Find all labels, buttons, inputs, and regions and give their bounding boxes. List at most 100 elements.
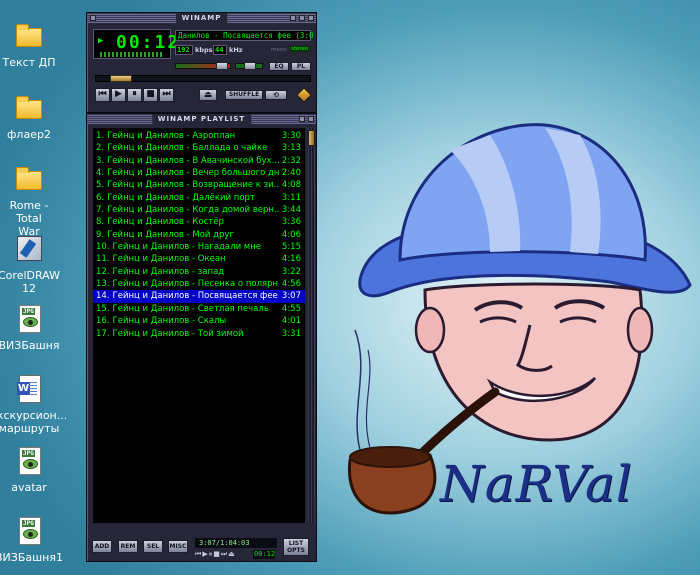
playlist-track-row[interactable]: 2. Гейнц и Данилов - Баллада о чайке 3:13	[93, 142, 305, 154]
playlist-track-row[interactable]: 15. Гейнц и Данилов - Светлая печаль 4:55	[93, 303, 305, 315]
track-title: Гейнц и Данилов - Возвращение к зи...	[107, 180, 279, 191]
balance-slider[interactable]	[235, 62, 263, 70]
playlist-track-row[interactable]: 7. Гейнц и Данилов - Когда домой верн... 3…	[93, 204, 305, 216]
coreldraw-icon	[13, 233, 45, 265]
playlist-close-button[interactable]	[308, 116, 314, 122]
track-duration: 3:11	[281, 192, 301, 203]
previous-icon: ⏮	[98, 89, 107, 99]
repeat-button[interactable]: ⟲	[265, 90, 287, 100]
playlist-toggle-button[interactable]: PL	[291, 62, 311, 71]
playlist-track-list[interactable]: 1. Гейнц и Данилов - Аэроплан 3:30 2. Гейнц …	[93, 128, 305, 523]
seek-thumb[interactable]	[110, 75, 132, 82]
playlist-track-row[interactable]: 9. Гейнц и Данилов - Мой друг 4:06	[93, 229, 305, 241]
track-duration: 4:16	[281, 254, 301, 265]
pause-button[interactable]: ⏸	[127, 88, 142, 102]
playlist-track-row[interactable]: 12. Гейнц и Данилов - запад 3:22	[93, 266, 305, 278]
khz-label: kHz	[229, 46, 243, 54]
track-duration: 4:55	[281, 303, 301, 314]
shade-button[interactable]	[299, 15, 305, 21]
playlist-shade-button[interactable]	[299, 116, 305, 122]
seek-bar[interactable]	[95, 75, 311, 82]
track-title: Гейнц и Данилов - Вечер большого дня	[107, 168, 279, 179]
mini-eject-icon[interactable]: ⏏	[228, 550, 236, 558]
playlist-track-row[interactable]: 6. Гейнц и Данилов - Далёкий порт 3:11	[93, 192, 305, 204]
misc-button[interactable]: MISC	[168, 540, 188, 553]
playlist-scrollbar[interactable]	[308, 128, 315, 523]
desktop-icon[interactable]: экскурсион... маршруты	[0, 373, 67, 435]
elapsed-time: 00:12	[116, 32, 181, 53]
winamp-titlebar[interactable]: WINAMP	[87, 13, 316, 23]
volume-slider[interactable]	[175, 62, 231, 70]
desktop-icon[interactable]: JPG avatar	[0, 445, 60, 494]
track-duration: 4:08	[281, 180, 301, 191]
desktop-icon[interactable]: Текст ДП	[0, 20, 60, 69]
winamp-menu-button[interactable]	[90, 15, 96, 21]
time-display[interactable]: ▶ 00:12	[93, 29, 178, 59]
mini-transport[interactable]: ⏮▶⏸■⏭⏏	[195, 550, 251, 559]
add-button[interactable]: ADD	[92, 540, 112, 553]
track-duration: 5:15	[281, 242, 301, 253]
folder-icon	[13, 92, 45, 124]
track-number: 17.	[96, 328, 110, 339]
eject-icon: ⏏	[203, 90, 213, 100]
shuffle-button[interactable]: SHUFFLE	[225, 90, 263, 100]
jpeg-file-icon: JPG	[13, 515, 45, 547]
kbps-label: kbps	[195, 46, 213, 54]
playlist-track-row[interactable]: 8. Гейнц и Данилов - Костёр 3:36	[93, 216, 305, 228]
track-title: Гейнц и Данилов - Нагадали мне	[112, 242, 262, 253]
playlist-track-row[interactable]: 13. Гейнц и Данилов - Песенка о полярн...…	[93, 278, 305, 290]
select-button[interactable]: SEL	[143, 540, 163, 553]
desktop-icon[interactable]: Rome - Total War	[0, 163, 60, 238]
track-number: 14.	[96, 291, 110, 302]
play-icon: ▶	[115, 89, 122, 99]
track-number: 10.	[96, 242, 110, 253]
list-options-button[interactable]: LIST OPTS	[283, 538, 309, 556]
track-number: 2.	[96, 143, 105, 154]
playlist-track-row[interactable]: 1. Гейнц и Данилов - Аэроплан 3:30	[93, 130, 305, 142]
playlist-window[interactable]: WINAMP PLAYLIST 1. Гейнц и Данилов - Аэро…	[86, 113, 317, 562]
playlist-track-row[interactable]: 11. Гейнц и Данилов - Океан 4:16	[93, 253, 305, 265]
track-duration: 3:22	[281, 266, 301, 277]
remove-button[interactable]: REM	[118, 540, 138, 553]
next-button[interactable]: ⏭	[159, 88, 174, 102]
desktop-icon[interactable]: JPG ВИЗБашня1	[0, 515, 63, 564]
desktop-icon[interactable]: JPG ВИЗБашня	[0, 303, 60, 352]
desktop-icon-label: флаер2	[7, 128, 51, 141]
playlist-track-row[interactable]: 17. Гейнц и Данилов - Той зимой 3:31	[93, 328, 305, 340]
eq-toggle-button[interactable]: EQ	[269, 62, 289, 71]
mono-indicator: mono	[271, 47, 287, 53]
playlist-track-row[interactable]: 14. Гейнц и Данилов - Посвящается фее 3:07	[93, 290, 305, 303]
winamp-logo-icon[interactable]	[296, 87, 312, 103]
song-title: Данилов - Посвящается фее (3:0	[178, 31, 314, 40]
desktop-icon[interactable]: CorelDRAW 12	[0, 233, 60, 295]
playlist-track-row[interactable]: 4. Гейнц и Данилов - Вечер большого дня 2:…	[93, 167, 305, 179]
playlist-track-row[interactable]: 10. Гейнц и Данилов - Нагадали мне 5:15	[93, 241, 305, 253]
word-document-icon	[13, 373, 45, 405]
play-button[interactable]: ▶	[111, 88, 126, 102]
track-title: Гейнц и Данилов - Далёкий порт	[107, 192, 255, 203]
folder-icon	[13, 163, 45, 195]
playlist-track-row[interactable]: 5. Гейнц и Данилов - Возвращение к зи... 4…	[93, 179, 305, 191]
track-number: 12.	[96, 266, 110, 277]
track-number: 13.	[96, 279, 110, 290]
close-button[interactable]	[308, 15, 314, 21]
volume-thumb[interactable]	[216, 62, 228, 70]
playlist-track-row[interactable]: 3. Гейнц и Данилов - В Авачинской бух... 2…	[93, 155, 305, 167]
playlist-titlebar[interactable]: WINAMP PLAYLIST	[87, 114, 316, 124]
winamp-main-window[interactable]: WINAMP ▶ 00:12 Данилов - Посвящается фее…	[86, 12, 317, 113]
desktop-icon[interactable]: флаер2	[0, 92, 60, 141]
track-duration: 3:36	[281, 217, 301, 228]
desktop-icon-label: ВИЗБашня1	[0, 551, 63, 564]
eject-button[interactable]: ⏏	[199, 89, 217, 101]
minimize-button[interactable]	[290, 15, 296, 21]
playlist-scroll-thumb[interactable]	[308, 130, 315, 146]
track-title: Гейнц и Данилов - Мой друг	[107, 229, 234, 240]
playlist-track-row[interactable]: 16. Гейнц и Данилов - Скалы 4:01	[93, 315, 305, 327]
stop-button[interactable]: ■	[143, 88, 158, 102]
track-title: Гейнц и Данилов - Океан	[112, 254, 226, 265]
track-number: 3.	[96, 155, 105, 166]
balance-thumb[interactable]	[244, 62, 256, 70]
mini-stop-icon[interactable]: ■	[213, 550, 221, 558]
track-title: Гейнц и Данилов - запад	[112, 266, 225, 277]
previous-button[interactable]: ⏮	[95, 88, 110, 102]
